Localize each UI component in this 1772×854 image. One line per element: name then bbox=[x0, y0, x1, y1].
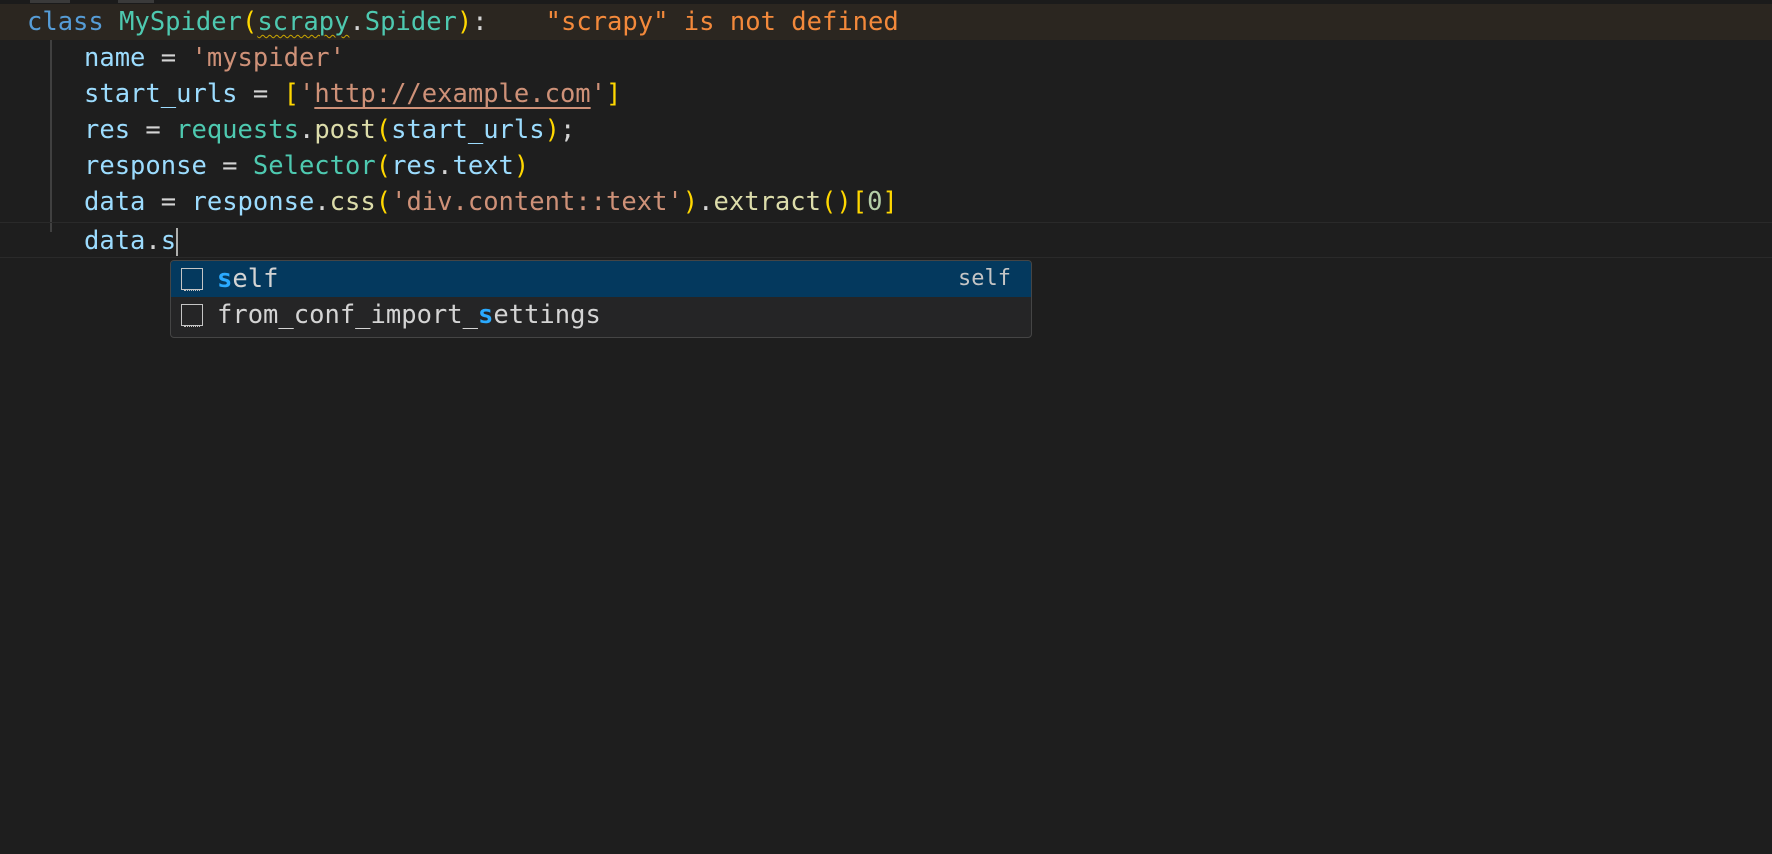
var-data: data bbox=[84, 226, 146, 256]
match-highlight: s bbox=[217, 264, 233, 294]
variable-icon bbox=[181, 268, 203, 291]
class-name: MySpider bbox=[119, 7, 242, 37]
paren-open: ( bbox=[820, 187, 837, 217]
paren-close: ) bbox=[456, 7, 473, 37]
arg-res: res bbox=[391, 151, 438, 181]
paren-close: ) bbox=[513, 151, 530, 181]
dot: . bbox=[298, 115, 315, 145]
keyword-class: class bbox=[27, 7, 104, 37]
inline-diagnostic-message: "scrapy" is not defined bbox=[545, 7, 899, 37]
code-line-current[interactable]: data.s bbox=[0, 222, 1772, 258]
arg-start-urls: start_urls bbox=[391, 115, 545, 145]
module-requests: requests bbox=[176, 115, 299, 145]
var-data: data bbox=[84, 187, 146, 217]
base-class: Spider bbox=[364, 7, 457, 37]
suggestion-label: self bbox=[217, 261, 278, 297]
dot: . bbox=[698, 187, 714, 217]
assign-op: = bbox=[237, 79, 284, 109]
assign-op: = bbox=[206, 151, 253, 181]
quote-close: ' bbox=[590, 79, 607, 109]
var-name: name bbox=[84, 43, 146, 73]
label-rest: ettings bbox=[493, 300, 601, 330]
index-number: 0 bbox=[867, 187, 883, 217]
code-line-class-def[interactable]: class MySpider(scrapy.Spider): "scrapy" i… bbox=[0, 4, 1772, 40]
var-res: res bbox=[84, 115, 131, 145]
paren-open: ( bbox=[375, 187, 392, 217]
bracket-open: [ bbox=[283, 79, 299, 109]
var-start-urls: start_urls bbox=[84, 79, 238, 109]
bracket-close: ] bbox=[606, 79, 622, 109]
dot: . bbox=[145, 226, 161, 256]
text-cursor bbox=[176, 228, 179, 256]
suggestion-item-from-conf-import-settings[interactable]: from_conf_import_settings bbox=[171, 297, 1031, 333]
fn-extract: extract bbox=[713, 187, 821, 217]
paren-open: ( bbox=[375, 115, 392, 145]
var-response: response bbox=[84, 151, 207, 181]
colon: : bbox=[472, 7, 488, 37]
code-line-name[interactable]: name = 'myspider' bbox=[0, 40, 1772, 76]
assign-op: = bbox=[130, 115, 177, 145]
paren-close: ) bbox=[544, 115, 560, 145]
dot: . bbox=[314, 187, 330, 217]
suggestion-detail: self bbox=[958, 266, 1011, 291]
fn-css: css bbox=[329, 187, 376, 217]
suggestion-label: from_conf_import_settings bbox=[217, 297, 601, 333]
string-selector: 'div.content::text' bbox=[391, 187, 683, 217]
typed-text: s bbox=[160, 226, 177, 256]
attr-text: text bbox=[452, 151, 514, 181]
code-editor[interactable]: class MySpider(scrapy.Spider): "scrapy" i… bbox=[0, 0, 1772, 854]
undefined-module-scrapy[interactable]: scrapy bbox=[257, 7, 349, 37]
code-line-data[interactable]: data = response.css('div.content::text')… bbox=[0, 184, 1772, 220]
paren-close: ) bbox=[836, 187, 852, 217]
paren-close: ) bbox=[682, 187, 699, 217]
obj-response: response bbox=[191, 187, 315, 217]
url-link[interactable]: http://example.com bbox=[314, 79, 590, 109]
bracket-close: ] bbox=[882, 187, 898, 217]
quote-open: ' bbox=[298, 79, 315, 109]
string-literal: 'myspider' bbox=[191, 43, 346, 73]
label-rest: elf bbox=[232, 264, 279, 294]
semicolon: ; bbox=[559, 115, 576, 145]
match-highlight: s bbox=[478, 300, 494, 330]
dot: . bbox=[437, 151, 453, 181]
class-selector: Selector bbox=[252, 151, 376, 181]
code-line-start-urls[interactable]: start_urls = ['http://example.com'] bbox=[0, 76, 1772, 112]
suggestion-item-self[interactable]: self self bbox=[171, 261, 1031, 297]
assign-op: = bbox=[145, 43, 192, 73]
autocomplete-suggest-widget[interactable]: self self from_conf_import_settings bbox=[170, 260, 1032, 338]
assign-op: = bbox=[145, 187, 192, 217]
variable-icon bbox=[181, 304, 203, 327]
code-line-res[interactable]: res = requests.post(start_urls); bbox=[0, 112, 1772, 148]
paren-open: ( bbox=[241, 7, 258, 37]
paren-open: ( bbox=[375, 151, 392, 181]
dot: . bbox=[349, 7, 365, 37]
bracket-open: [ bbox=[851, 187, 868, 217]
code-line-response[interactable]: response = Selector(res.text) bbox=[0, 148, 1772, 184]
label-prefix: from_conf_import_ bbox=[217, 300, 478, 330]
fn-post: post bbox=[314, 115, 376, 145]
